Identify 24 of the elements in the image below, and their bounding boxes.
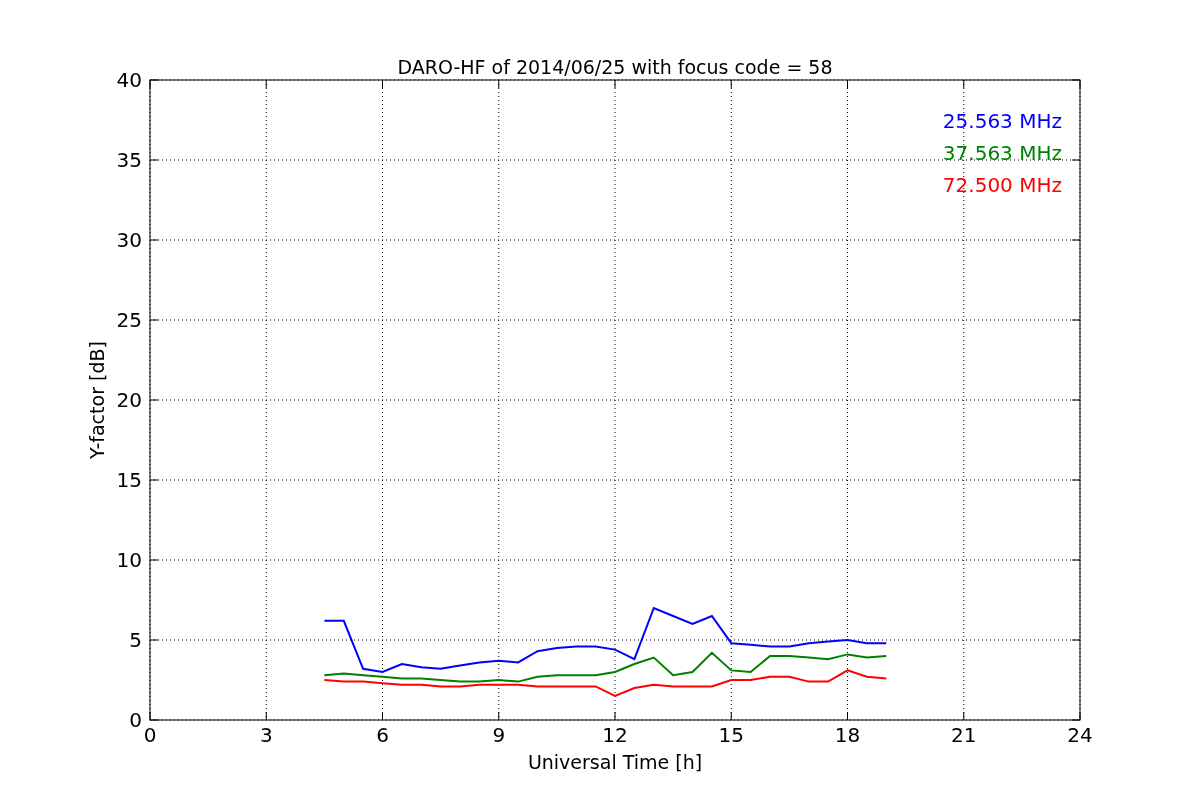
y-tick-label: 40	[116, 68, 142, 92]
legend-label: 37.563 MHz	[942, 141, 1062, 165]
x-tick-label: 12	[602, 723, 628, 747]
x-axis-label: Universal Time [h]	[527, 751, 703, 773]
y-tick-label: 20	[116, 388, 142, 412]
y-tick-label: 25	[116, 308, 142, 332]
y-tick-label: 0	[129, 708, 142, 732]
x-tick-label: 9	[492, 723, 506, 747]
y-tick-label: 5	[129, 628, 142, 652]
y-tick-label: 30	[116, 228, 142, 252]
y-axis-label: Y-factor [dB]	[86, 341, 108, 459]
legend-label: 72.500 MHz	[942, 173, 1062, 197]
y-tick-label: 15	[116, 468, 142, 492]
x-tick-label: 24	[1067, 723, 1093, 747]
y-tick-label: 35	[116, 148, 142, 172]
x-tick-label: 18	[834, 723, 861, 747]
legend-label: 25.563 MHz	[942, 109, 1062, 133]
x-tick-label: 6	[376, 723, 389, 747]
x-tick-label: 3	[259, 723, 273, 747]
chart-title: DARO-HF of 2014/06/25 with focus code = 58	[397, 56, 833, 78]
x-tick-label: 0	[143, 723, 157, 747]
y-tick-label: 10	[116, 548, 142, 572]
x-tick-label: 21	[951, 723, 977, 747]
x-tick-label: 15	[718, 723, 744, 747]
